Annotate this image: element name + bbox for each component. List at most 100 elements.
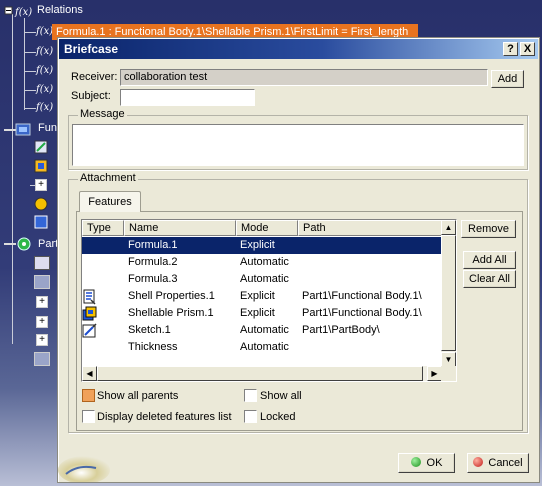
horizontal-scrollbar[interactable]: ◀ ▶: [82, 366, 442, 381]
show-all-parents-checkbox[interactable]: [82, 389, 95, 402]
cell-type: [82, 271, 124, 288]
formula-icon: f(x): [36, 46, 54, 57]
column-header-type[interactable]: Type: [82, 220, 124, 236]
feature-icon: [34, 275, 50, 289]
cell-type: [82, 305, 124, 322]
cell-mode: Automatic: [240, 273, 289, 285]
locked-checkbox[interactable]: [244, 410, 257, 423]
cell-type: [82, 288, 124, 305]
cell-name: Formula.1: [128, 239, 178, 251]
sketch-icon: [82, 323, 97, 338]
part-icon: [4, 237, 31, 251]
scroll-thumb-horizontal[interactable]: [97, 366, 423, 381]
expand-toggle[interactable]: +: [36, 334, 48, 346]
table-row[interactable]: Thickness Automatic: [82, 339, 442, 356]
ok-label: OK: [426, 457, 443, 469]
scroll-down-button[interactable]: ▼: [441, 352, 456, 367]
cell-name: Formula.3: [128, 273, 178, 285]
column-header-path[interactable]: Path: [298, 220, 442, 236]
subject-label: Subject:: [71, 90, 111, 102]
feature-icon: [34, 256, 50, 270]
scroll-thumb[interactable]: [441, 235, 456, 351]
feature-icon: [34, 352, 50, 366]
cell-name: Thickness: [128, 341, 178, 353]
clear-all-button[interactable]: Clear All: [463, 270, 516, 288]
cell-type: [82, 237, 124, 254]
column-header-mode[interactable]: Mode: [236, 220, 298, 236]
tree-line: [24, 32, 36, 33]
show-all-checkbox[interactable]: [244, 389, 257, 402]
cell-type: [82, 254, 124, 271]
cancel-icon: [473, 457, 484, 467]
show-all-label: Show all: [260, 390, 302, 402]
column-header-name[interactable]: Name: [124, 220, 236, 236]
expand-toggle[interactable]: +: [36, 316, 48, 328]
tree-line: [12, 14, 13, 344]
cell-mode: Explicit: [240, 290, 275, 302]
list-header: Type Name Mode Path: [82, 220, 442, 236]
feature-icon: [34, 197, 48, 211]
scroll-right-button[interactable]: ▶: [427, 366, 442, 381]
expand-toggle[interactable]: +: [36, 296, 48, 308]
cell-mode: Explicit: [240, 239, 275, 251]
cell-type: [82, 322, 124, 339]
cell-mode: Automatic: [240, 256, 289, 268]
ok-icon: [410, 457, 421, 467]
message-textarea[interactable]: [72, 124, 524, 166]
functional-set-icon: [4, 123, 31, 136]
tree-line: [24, 52, 36, 53]
shellable-prism-icon: [82, 306, 97, 321]
table-row[interactable]: Formula.3 Automatic: [82, 271, 442, 288]
locked-label: Locked: [260, 411, 296, 423]
display-deleted-checkbox[interactable]: [82, 410, 95, 423]
remove-button[interactable]: Remove: [461, 220, 516, 238]
cell-name: Shellable Prism.1: [128, 307, 214, 319]
formula-icon: f(x): [36, 65, 54, 76]
display-deleted-label: Display deleted features list: [97, 411, 232, 423]
scroll-up-button[interactable]: ▲: [441, 220, 456, 235]
feature-icon: [34, 159, 48, 173]
ok-button[interactable]: OK: [398, 453, 455, 473]
cell-type: [82, 339, 124, 356]
expand-toggle[interactable]: +: [35, 179, 47, 191]
catia-watermark-graphic: [58, 456, 110, 482]
cell-path: Part1\Functional Body.1\: [302, 307, 422, 319]
formula-icon: f(x): [36, 84, 54, 95]
receiver-field[interactable]: collaboration test: [120, 69, 488, 86]
tree-label-part[interactable]: Part: [38, 238, 58, 250]
feature-icon: [34, 215, 48, 229]
feature-icon: [34, 140, 48, 154]
svg-text:f(x): f(x): [14, 7, 32, 18]
cell-mode: Explicit: [240, 307, 275, 319]
add-all-button[interactable]: Add All: [463, 251, 516, 269]
features-list[interactable]: Type Name Mode Path Formula.1 Explicit For…: [81, 219, 457, 382]
message-label: Message: [78, 108, 127, 120]
table-row[interactable]: Sketch.1 Automatic Part1\PartBody\: [82, 322, 442, 339]
scroll-left-button[interactable]: ◀: [82, 366, 97, 381]
tree-line: [24, 90, 36, 91]
dialog-titlebar[interactable]: Briefcase ? X: [59, 39, 538, 59]
relations-icon[interactable]: f(x): [4, 4, 32, 18]
help-button[interactable]: ?: [503, 42, 518, 56]
table-row[interactable]: Formula.1 Explicit: [82, 237, 442, 254]
add-receiver-button[interactable]: Add: [491, 70, 524, 88]
vertical-scrollbar[interactable]: ▲ ▼: [441, 220, 456, 367]
close-button[interactable]: X: [520, 42, 535, 56]
subject-field[interactable]: [120, 89, 255, 106]
show-all-parents-label: Show all parents: [97, 390, 179, 402]
scroll-corner: [441, 366, 456, 381]
cell-path: Part1\Functional Body.1\: [302, 290, 422, 302]
tree-root-label[interactable]: Relations: [37, 4, 83, 16]
cell-mode: Automatic: [240, 341, 289, 353]
cell-name: Shell Properties.1: [128, 290, 215, 302]
shell-properties-icon: [83, 289, 96, 305]
dialog-title: Briefcase: [64, 42, 119, 56]
table-row[interactable]: Formula.2 Automatic: [82, 254, 442, 271]
formula-icon: f(x): [36, 26, 54, 37]
table-row[interactable]: Shellable Prism.1 Explicit Part1\Functiona…: [82, 305, 442, 322]
tab-join: [80, 210, 140, 212]
attachment-label: Attachment: [78, 172, 138, 184]
cancel-button[interactable]: Cancel: [467, 453, 529, 473]
tab-features[interactable]: Features: [79, 191, 141, 212]
table-row[interactable]: Shell Properties.1 Explicit Part1\Function…: [82, 288, 442, 305]
